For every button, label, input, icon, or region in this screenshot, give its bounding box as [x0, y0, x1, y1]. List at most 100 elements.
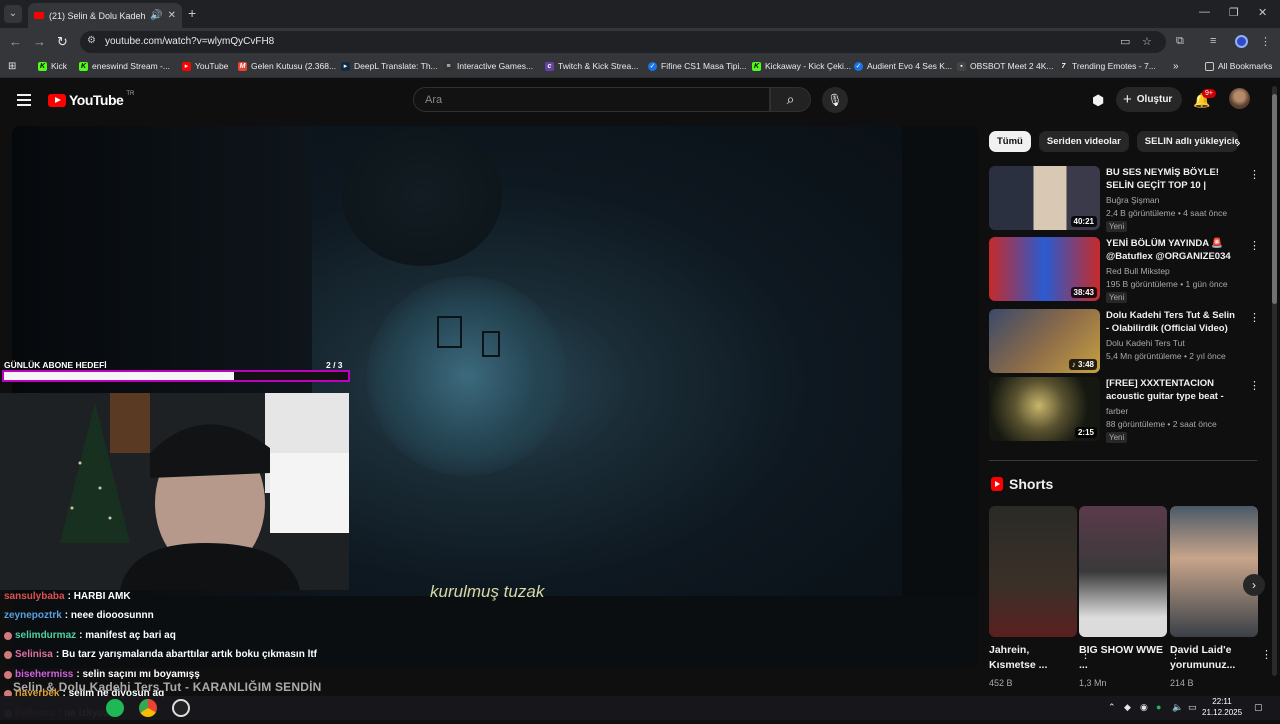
apps-grid-icon[interactable]: ⊞ [8, 61, 16, 72]
short-thumbnail[interactable] [989, 506, 1077, 637]
chip-series[interactable]: Seriden videolar [1038, 131, 1129, 152]
youtube-logo[interactable]: YouTube TR [48, 91, 134, 108]
bookmark-obsbot[interactable]: ▪ OBSBOT Meet 2 4K... [957, 61, 1053, 71]
more-bookmarks-icon[interactable]: » [1173, 61, 1179, 72]
bookmark-eneswind[interactable]: Keneswind Stream -... [79, 61, 170, 71]
close-tab-icon[interactable]: ✕ [168, 10, 176, 21]
shorts-next-icon[interactable]: › [1243, 574, 1265, 596]
tray-overflow-icon[interactable]: ⌃ [1108, 702, 1116, 713]
subscriber-goal-count: 2 / 3 [326, 360, 343, 370]
search-input[interactable]: Ara [413, 87, 770, 112]
recommendation-item[interactable]: 40:21 BU SES NEYMİŞ BÖYLE! SELİN GEÇİT T… [989, 166, 1260, 232]
short-item[interactable]: Jahrein, Kısmetse ... 452 B ⋮ [989, 506, 1091, 688]
short-item[interactable]: David Laid'e yorumunuz... 214 B ⋮ [1170, 506, 1272, 688]
site-info-icon[interactable]: ⚙ [87, 35, 96, 46]
recommendation-item[interactable]: 38:43 YENİ BÖLÜM YAYINDA 🚨 @Batuflex @OR… [989, 237, 1260, 303]
restore-icon[interactable]: ❐ [1229, 6, 1239, 19]
bookmark-audient[interactable]: ✓ Audient Evo 4 Ses K... [854, 61, 952, 71]
recommendation-item[interactable]: 2:15 [FREE] XXXTENTACION acoustic guitar… [989, 377, 1260, 443]
chip-uploader[interactable]: SELIN adlı yükleyicid [1136, 131, 1238, 152]
recommendation-item[interactable]: ♪ 3:48 Dolu Kadehi Ters Tut & Selin - Ol… [989, 309, 1260, 373]
speaker-icon[interactable]: 🔊 [150, 10, 162, 21]
subscriber-goal-bar [2, 370, 350, 382]
bookmark-twitch-kick[interactable]: c Twitch & Kick Strea... [545, 61, 638, 71]
bookmark-youtube[interactable]: ▸ YouTube [182, 61, 228, 71]
back-icon[interactable]: ← [9, 34, 22, 49]
more-options-icon[interactable]: ⋮ [1261, 648, 1272, 661]
bookmark-fifine[interactable]: ✓ Fifine CS1 Masa Tipi... [648, 61, 747, 71]
all-bookmarks[interactable]: All Bookmarks [1205, 61, 1272, 71]
more-options-icon[interactable]: ⋮ [1249, 239, 1260, 252]
chip-all[interactable]: Tümü [989, 131, 1031, 152]
browser-tab-active[interactable]: (21) Selin & Dolu Kadehi Te 🔊 ✕ [28, 3, 182, 28]
reload-icon[interactable]: ↻ [57, 34, 68, 50]
bookmark-kick[interactable]: K Kick [38, 61, 67, 71]
minimize-icon[interactable]: — [1199, 6, 1210, 18]
new-tab-icon[interactable]: + [188, 5, 196, 21]
tray-app-icon[interactable]: ◆ [1124, 702, 1131, 713]
spotify-tray-icon[interactable]: ● [1156, 702, 1161, 712]
tab-search-icon[interactable]: ⌄ [4, 5, 22, 23]
scrollbar-thumb[interactable] [1272, 94, 1277, 304]
chrome-app-icon[interactable] [139, 699, 157, 717]
create-button[interactable]: + Oluştur [1116, 87, 1182, 112]
stream-overlay-title: Selin & Dolu Kadehi Ters Tut - KARANLIĞI… [13, 680, 322, 694]
bookmarks-bar: ⊞ K Kick Keneswind Stream -... ▸ YouTube M… [0, 56, 1280, 78]
chat-message-text: : Bu tarz yarışmalarıda abarttılar artık… [55, 649, 318, 661]
forward-icon[interactable]: → [33, 34, 46, 49]
check-icon: ✓ [854, 61, 863, 71]
section-divider [989, 460, 1257, 461]
obs-app-icon[interactable] [172, 699, 190, 717]
chat-badge-icon [4, 631, 12, 640]
hamburger-menu-icon[interactable] [17, 94, 31, 109]
chat-message: zeynepoztrk: neee diooosunnn [4, 607, 344, 627]
bookmark-kickaway[interactable]: K Kickaway - Kick Çeki... [752, 61, 851, 71]
video-thumbnail[interactable]: 40:21 [989, 166, 1100, 230]
cast-icon[interactable]: ▭ [1120, 35, 1130, 48]
media-control-icon[interactable]: ≡ [1210, 35, 1216, 47]
new-badge: Yeni [1106, 292, 1128, 303]
voice-search-mic-icon[interactable]: 🎙 [822, 87, 848, 113]
profile-avatar-icon[interactable] [1235, 35, 1248, 48]
windows-taskbar: ⌃ ◆ ◉ ● 🔈 ▭ 22:11 21.12.2025 ▢ [0, 696, 1280, 720]
spotify-app-icon[interactable] [106, 699, 124, 717]
taskbar-clock[interactable]: 22:11 21.12.2025 [1202, 696, 1242, 718]
more-options-icon[interactable]: ⋮ [1249, 379, 1260, 392]
bookmark-interactive-games[interactable]: ≡ Interactive Games... [444, 61, 533, 71]
network-icon[interactable]: ▭ [1188, 702, 1197, 713]
bookmark-gmail[interactable]: M Gelen Kutusu (2.368... [238, 61, 336, 71]
extensions-icon[interactable]: ⧉ [1176, 35, 1184, 48]
video-thumbnail[interactable]: ♪ 3:48 [989, 309, 1100, 373]
volume-icon[interactable]: 🔈 [1172, 702, 1183, 713]
webcam-scene [0, 393, 349, 590]
window-close-icon[interactable]: ✕ [1258, 6, 1267, 19]
video-thumbnail[interactable]: 38:43 [989, 237, 1100, 301]
chat-username: zeynepoztrk [4, 610, 62, 622]
plus-icon: + [1123, 91, 1132, 108]
chat-username: selimdurmaz [15, 629, 77, 641]
notification-center-icon[interactable]: ▢ [1254, 702, 1263, 713]
bookmark-star-icon[interactable]: ☆ [1142, 35, 1152, 48]
bookmark-deepl[interactable]: ▸ DeepL Translate: Th... [341, 61, 438, 71]
video-subtitle: kurulmuş tuzak [430, 582, 545, 601]
search-button[interactable]: ⌕ [770, 87, 811, 112]
video-thumbnail[interactable]: 2:15 [989, 377, 1100, 441]
account-avatar[interactable] [1229, 88, 1250, 109]
more-options-icon[interactable]: ⋮ [1249, 311, 1260, 324]
short-item[interactable]: BIG SHOW WWE ... 1,3 Mn ⋮ [1079, 506, 1181, 688]
bookmark-trending-emotes[interactable]: 7 Trending Emotes - 7... [1059, 61, 1156, 71]
filter-chips: Tümü Seriden videolar SELIN adlı yükleyi… [989, 131, 1238, 152]
chips-next-icon[interactable]: › [1236, 134, 1241, 150]
url-text: youtube.com/watch?v=wlymQyCvFH8 [105, 36, 275, 47]
short-thumbnail[interactable] [1079, 506, 1167, 637]
discord-tray-icon[interactable]: ◉ [1140, 702, 1148, 713]
short-thumbnail[interactable] [1170, 506, 1258, 637]
more-options-icon[interactable]: ⋮ [1249, 168, 1260, 181]
cast-settings-icon[interactable]: ⬢ [1092, 92, 1104, 109]
gmail-icon: M [238, 61, 247, 71]
menu-dots-icon[interactable]: ⋮ [1260, 35, 1271, 48]
shorts-icon [991, 477, 1003, 491]
chat-message: selimdurmaz: manifest aç bari aq [4, 626, 344, 646]
page-scrollbar[interactable] [1272, 86, 1277, 676]
address-bar[interactable]: ⚙ youtube.com/watch?v=wlymQyCvFH8 ▭ ☆ [80, 31, 1166, 53]
